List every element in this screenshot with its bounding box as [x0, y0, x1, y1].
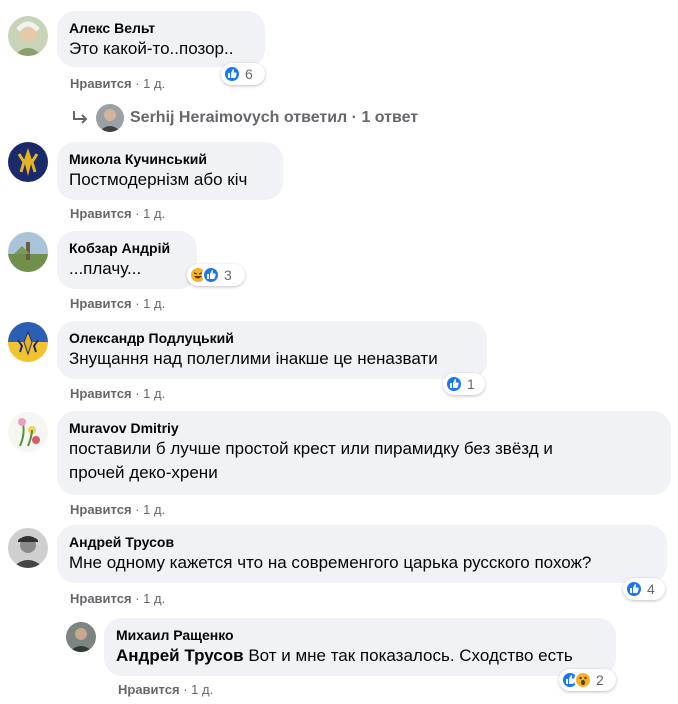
comment-text: Андрей Трусов Вот и мне так показалось. … — [116, 644, 604, 668]
like-button[interactable]: Нравится — [70, 206, 132, 221]
comment-timestamp[interactable]: 1 д. — [143, 502, 165, 517]
like-button[interactable]: Нравится — [70, 296, 132, 311]
comment-actions: Нравится · 1 д. — [70, 76, 166, 91]
avatar[interactable] — [8, 322, 48, 362]
comment-actions: Нравится · 1 д. — [70, 206, 166, 221]
comment-bubble: Олександр Подлуцький Знущання над полегл… — [57, 321, 487, 379]
comment-bubble: Кобзар Андрій ...плачу... — [57, 231, 197, 289]
comment-bubble: Андрей Трусов Мне одному кажется что на … — [57, 525, 667, 583]
like-reaction-icon — [625, 580, 643, 598]
like-button[interactable]: Нравится — [70, 502, 132, 517]
view-replies-link[interactable]: Serhij Heraimovych ответил · 1 ответ — [70, 104, 418, 132]
like-reaction-icon — [202, 266, 220, 284]
comment-author[interactable]: Михаил Ращенко — [116, 626, 604, 644]
reply-count: 1 ответ — [361, 109, 419, 126]
comment-timestamp[interactable]: 1 д. — [143, 296, 165, 311]
comment-actions: Нравится · 1 д. — [70, 296, 166, 311]
reaction-summary[interactable]: 1 — [443, 373, 485, 395]
reaction-count: 4 — [647, 581, 655, 597]
reaction-summary[interactable]: 6 — [221, 63, 265, 85]
like-reaction-icon — [223, 65, 241, 83]
comment-author[interactable]: Кобзар Андрій — [69, 239, 185, 257]
avatar[interactable] — [8, 232, 48, 272]
comment-timestamp[interactable]: 1 д. — [143, 386, 165, 401]
avatar[interactable] — [66, 622, 96, 652]
reaction-summary[interactable]: 4 — [623, 578, 665, 600]
comment-author[interactable]: Микола Кучинський — [69, 150, 271, 168]
comment-bubble: Алекс Вельт Это какой-то..позор.. — [57, 11, 265, 67]
reaction-count: 6 — [245, 66, 253, 82]
replied-label: ответил — [283, 109, 348, 126]
comment-text-line-2: прочей деко-хрени — [69, 463, 218, 482]
reaction-count: 2 — [596, 672, 604, 688]
comment-author[interactable]: Олександр Подлуцький — [69, 329, 475, 347]
replier-name: Serhij Heraimovych — [130, 109, 280, 126]
reaction-summary[interactable]: 3 — [187, 264, 245, 286]
comment-actions: Нравится · 1 д. — [70, 502, 166, 517]
comment-timestamp[interactable]: 1 д. — [143, 76, 165, 91]
like-button[interactable]: Нравится — [70, 76, 132, 91]
avatar[interactable] — [8, 528, 48, 568]
comment-text: Постмодернізм або кіч — [69, 170, 248, 189]
comment-text: Знущання над полеглими інакше це неназва… — [69, 349, 438, 368]
comment-text-line-1: поставили б лучше простой крест или пира… — [69, 439, 553, 458]
reaction-count: 1 — [467, 376, 475, 392]
reply-arrow-icon — [70, 108, 92, 128]
comment-bubble: Muravov Dmitriy поставили б лучше просто… — [57, 411, 671, 495]
comment-actions: Нравится · 1 д. — [118, 682, 214, 697]
avatar[interactable] — [8, 16, 48, 56]
comment-text: Это какой-то..позор.. — [69, 39, 234, 58]
comment-timestamp[interactable]: 1 д. — [143, 206, 165, 221]
avatar[interactable] — [8, 412, 48, 452]
comment-bubble: Михаил Ращенко Андрей Трусов Вот и мне т… — [104, 618, 616, 676]
comment-text: ...плачу... — [69, 259, 142, 278]
mentioned-user-link[interactable]: Андрей Трусов — [116, 646, 244, 665]
comment-actions: Нравится · 1 д. — [70, 386, 166, 401]
comment-timestamp[interactable]: 1 д. — [191, 682, 213, 697]
replier-avatar — [96, 104, 124, 132]
comment-bubble: Микола Кучинський Постмодернізм або кіч — [57, 142, 283, 200]
comment-author[interactable]: Алекс Вельт — [69, 19, 253, 37]
reply-text: Вот и мне так показалось. Сходство есть — [248, 646, 573, 665]
like-button[interactable]: Нравится — [70, 386, 132, 401]
like-button[interactable]: Нравится — [118, 682, 180, 697]
like-reaction-icon — [445, 375, 463, 393]
comment-text: Мне одному кажется что на современгого ц… — [69, 553, 592, 572]
like-button[interactable]: Нравится — [70, 591, 132, 606]
reaction-count: 3 — [224, 267, 232, 283]
comment-author[interactable]: Андрей Трусов — [69, 533, 655, 551]
comment-actions: Нравится · 1 д. — [70, 591, 166, 606]
avatar[interactable] — [8, 142, 48, 182]
reaction-summary[interactable]: 2 — [559, 669, 616, 691]
comment-author[interactable]: Muravov Dmitriy — [69, 419, 659, 437]
wow-reaction-icon — [574, 671, 592, 689]
comment-timestamp[interactable]: 1 д. — [143, 591, 165, 606]
